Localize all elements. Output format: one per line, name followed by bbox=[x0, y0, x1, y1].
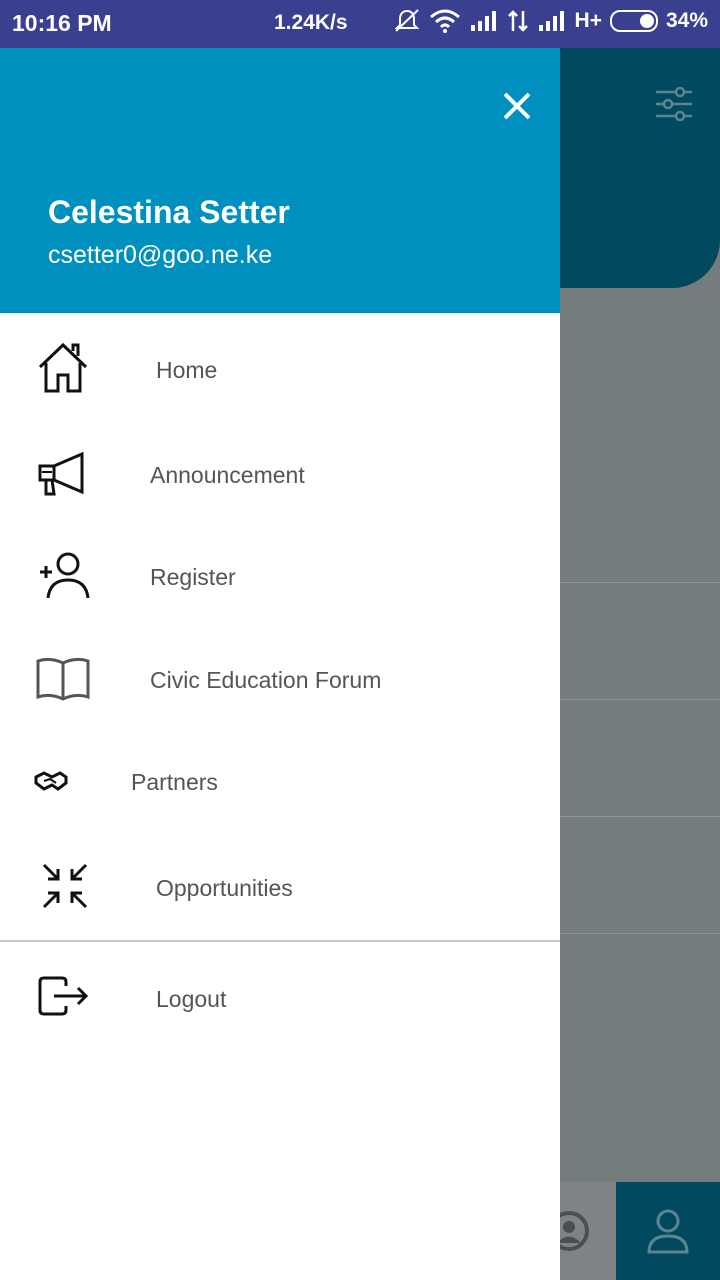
user-name: Celestina Setter bbox=[48, 194, 290, 230]
navigation-drawer: Celestina Setter csetter0@goo.ne.ke Home… bbox=[0, 48, 560, 1280]
menu-item-announcement[interactable]: Announcement bbox=[0, 424, 560, 524]
profile-tab[interactable] bbox=[616, 1182, 720, 1280]
megaphone-icon bbox=[38, 451, 84, 496]
add-user-icon bbox=[40, 552, 90, 599]
logout-icon bbox=[38, 976, 89, 1016]
menu-item-civic-education-forum[interactable]: Civic Education Forum bbox=[0, 629, 560, 729]
menu-label: Logout bbox=[156, 986, 227, 1012]
signal-icon bbox=[538, 11, 564, 31]
menu-item-partners[interactable]: Partners bbox=[0, 731, 560, 831]
mute-icon bbox=[394, 9, 419, 32]
compress-arrows-icon bbox=[42, 863, 88, 909]
data-arrows-icon bbox=[507, 10, 528, 32]
menu-item-register[interactable]: Register bbox=[0, 526, 560, 626]
status-icons: H+ 34% bbox=[393, 8, 708, 34]
menu-label: Home bbox=[156, 357, 218, 383]
wifi-icon bbox=[429, 9, 460, 33]
battery-percent: 34% bbox=[665, 9, 708, 32]
user-email: csetter0@goo.ne.ke bbox=[48, 241, 273, 269]
menu-item-home[interactable]: Home bbox=[0, 319, 560, 419]
bottom-navigation bbox=[549, 1182, 720, 1280]
menu-label: Civic Education Forum bbox=[150, 667, 382, 693]
profile-icon bbox=[647, 1209, 689, 1254]
close-icon[interactable] bbox=[497, 86, 537, 126]
status-bar: 10:16 PM 1.24K/s H+ 34% bbox=[0, 0, 720, 48]
status-net-speed: 1.24K/s bbox=[274, 11, 348, 34]
battery-icon bbox=[609, 10, 658, 32]
filter-icon[interactable] bbox=[654, 86, 694, 122]
list-divider bbox=[560, 933, 720, 934]
network-type: H+ bbox=[574, 9, 602, 32]
book-icon bbox=[36, 657, 90, 701]
menu-label: Register bbox=[150, 564, 236, 590]
menu-label: Partners bbox=[131, 769, 218, 795]
home-icon bbox=[38, 342, 88, 393]
menu-separator bbox=[0, 940, 560, 942]
signal-icon bbox=[470, 11, 496, 31]
drawer-header: Celestina Setter csetter0@goo.ne.ke bbox=[0, 48, 560, 313]
list-divider bbox=[560, 699, 720, 700]
status-time: 10:16 PM bbox=[12, 10, 112, 36]
menu-item-logout[interactable]: Logout bbox=[0, 948, 560, 1048]
handshake-icon bbox=[34, 771, 68, 791]
list-divider bbox=[560, 816, 720, 817]
menu-label: Announcement bbox=[150, 462, 305, 488]
menu-item-opportunities[interactable]: Opportunities bbox=[0, 837, 560, 937]
menu-label: Opportunities bbox=[156, 875, 293, 901]
list-divider bbox=[560, 582, 720, 583]
